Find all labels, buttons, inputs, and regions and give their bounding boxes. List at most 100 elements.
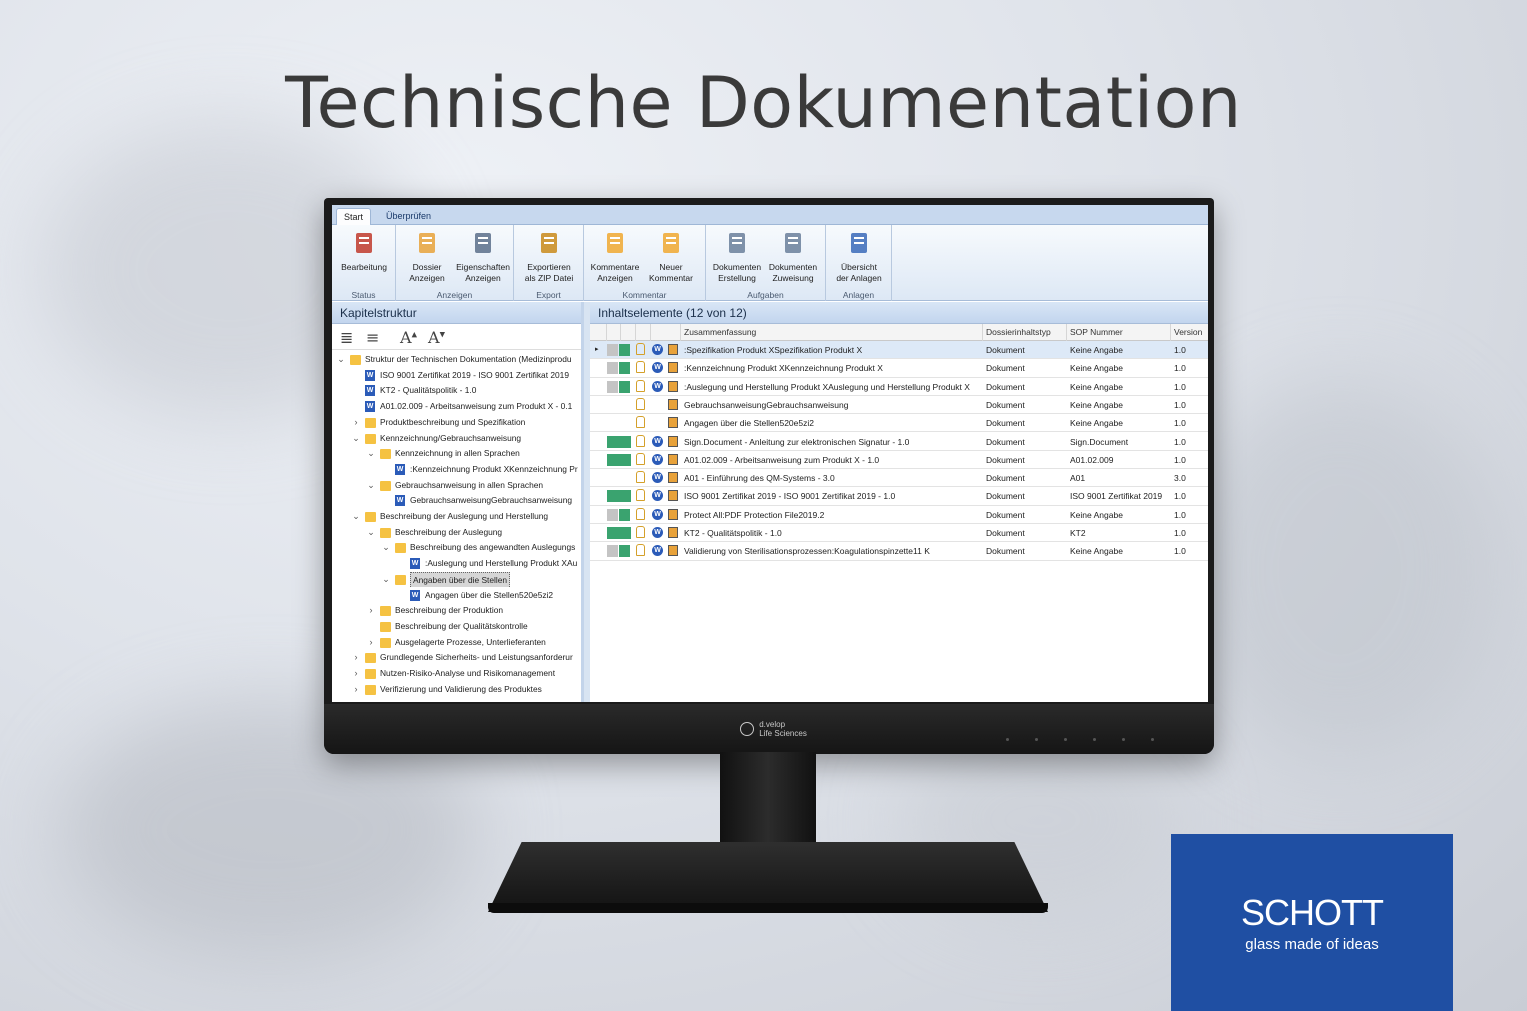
chevron-down-icon[interactable]: ⌄: [366, 525, 376, 540]
table-row[interactable]: W Validierung von Sterilisationsprozessen…: [590, 542, 1208, 561]
tree-item[interactable]: ⌄ Angaben über die Stellen: [332, 571, 584, 588]
ribbon-button-dossier[interactable]: Dossier Anzeigen: [398, 229, 456, 284]
status-green-icon: [607, 435, 631, 448]
tree-item[interactable]: W Angagen über die Stellen520e5zi2: [332, 588, 584, 604]
tree-item[interactable]: ⌄ Beschreibung der Auslegung und Herstell…: [332, 509, 584, 525]
chevron-down-icon[interactable]: ⌄: [366, 446, 376, 461]
tree-item[interactable]: › Ausgelagerte Prozesse, Unterlieferanten: [332, 635, 584, 651]
tree-item[interactable]: ⌄ Struktur der Technischen Dokumentation …: [332, 352, 584, 368]
cell-summary: GebrauchsanweisungGebrauchsanweisung: [684, 399, 849, 410]
tree-item[interactable]: › Verifizierung und Validierung des Produ…: [332, 682, 584, 698]
tree-item[interactable]: ⌄ Kennzeichnung in allen Sprachen: [332, 446, 584, 462]
ribbon: Bearbeitung Status Dossier Anzeigen Eigensch…: [332, 225, 1208, 301]
ribbon-button-kommentare[interactable]: Kommentare Anzeigen: [586, 229, 644, 284]
folder-icon: [350, 355, 361, 365]
document-stamp-icon: [668, 490, 678, 502]
table-row[interactable]: W A01.02.009 - Arbeitsanweisung zum Produ…: [590, 451, 1208, 470]
tree-item[interactable]: W KT2 - Qualitätspolitik - 1.0: [332, 383, 584, 399]
font-decrease-icon[interactable]: A▼: [428, 328, 445, 347]
brand-line1: d.velop: [759, 720, 786, 729]
tree-item[interactable]: W GebrauchsanweisungGebrauchsanweisung: [332, 493, 584, 509]
chevron-down-icon[interactable]: ⌄: [336, 352, 346, 367]
col-zusammenfassung[interactable]: Zusammenfassung: [681, 324, 983, 341]
cell-type: Dokument: [986, 473, 1025, 484]
table-row[interactable]: W KT2 - Qualitätspolitik - 1.0 Dokument KT2…: [590, 524, 1208, 543]
cell-type: Dokument: [986, 345, 1025, 355]
ribbon-button-exportieren[interactable]: Exportieren als ZIP Datei: [520, 229, 578, 284]
monitor-brand: d.velop Life Sciences: [740, 720, 807, 738]
cell-version: 1.0: [1174, 363, 1186, 374]
ribbon-button-übersicht[interactable]: Übersicht der Anlagen: [830, 229, 888, 284]
table-row[interactable]: W Sign.Document - Anleitung zur elektroni…: [590, 433, 1208, 451]
table-row[interactable]: GebrauchsanweisungGebrauchsanweisung Doku…: [590, 396, 1208, 415]
tree-item[interactable]: W A01.02.009 - Arbeitsanweisung zum Produ…: [332, 399, 584, 415]
row-selector-icon: ▸: [595, 346, 599, 353]
col-version[interactable]: Version: [1171, 324, 1208, 341]
document-stamp-icon: [668, 417, 678, 429]
chevron-right-icon[interactable]: ›: [351, 682, 361, 697]
tree-item[interactable]: W:Kennzeichnung Produkt XKennzeichnung P…: [332, 462, 584, 478]
document-stamp-icon: [668, 545, 678, 557]
status-gray-icon: [607, 545, 618, 558]
font-increase-icon[interactable]: A▲: [400, 328, 417, 347]
chevron-right-icon[interactable]: ›: [351, 666, 361, 681]
workflow-icon: W: [652, 362, 663, 374]
tree-item[interactable]: Beschreibung der Qualitätskontrolle: [332, 619, 584, 635]
cell-type: Dokument: [986, 491, 1025, 502]
table-row[interactable]: ▸ W:Spezifikation Produkt XSpezifikation …: [590, 341, 1208, 360]
tree-item[interactable]: ⌄ Kennzeichnung/Gebrauchsanweisung: [332, 431, 584, 447]
ribbon-group-anzeigen: Dossier Anzeigen Eigenschaften Anzeigen Anze…: [396, 225, 514, 301]
tree-item[interactable]: W:Auslegung und Herstellung Produkt XAu: [332, 556, 584, 572]
chevron-down-icon[interactable]: ⌄: [381, 540, 391, 555]
chevron-right-icon[interactable]: ›: [366, 635, 376, 650]
ribbon-button-neuer[interactable]: Neuer Kommentar: [642, 229, 700, 284]
monitor-buttons: [980, 728, 1154, 746]
tree-item[interactable]: › Grundlegende Sicherheits- und Leistungs…: [332, 650, 584, 666]
table-row[interactable]: Angagen über die Stellen520e5zi2 Dokument…: [590, 414, 1208, 433]
chevron-down-icon[interactable]: ⌄: [351, 431, 361, 446]
tree-item-label: Beschreibung der Auslegung und Herstellu…: [380, 511, 549, 521]
tree-item[interactable]: › Beschreibung der Produktion: [332, 603, 584, 619]
col-sop-nummer[interactable]: SOP Nummer: [1067, 324, 1171, 341]
ribbon-button-bearbeitung[interactable]: Bearbeitung: [335, 229, 393, 273]
tree-item[interactable]: W ISO 9001 Zertifikat 2019 - ISO 9001 Zer…: [332, 368, 584, 384]
collapse-all-icon[interactable]: ≡: [366, 328, 379, 347]
tree-item[interactable]: ⌄ Gebrauchsanweisung in allen Sprachen: [332, 478, 584, 494]
table-row[interactable]: W:Kennzeichnung Produkt XKennzeichnung P…: [590, 359, 1208, 378]
ribbon-button-eigenschaften[interactable]: Eigenschaften Anzeigen: [454, 229, 512, 284]
chevron-down-icon[interactable]: ⌄: [366, 478, 376, 493]
table-row[interactable]: W Protect All:PDF Protection File2019.2 Do…: [590, 506, 1208, 524]
tree-item[interactable]: ⌄ Beschreibung der Auslegung: [332, 525, 584, 541]
ribbon-button-dokumenten[interactable]: Dokumenten Erstellung: [708, 229, 766, 284]
tree-item[interactable]: › Nutzen-Risiko-Analyse und Risikomanagem…: [332, 666, 584, 682]
tab-ueberpruefen[interactable]: Überprüfen: [379, 208, 438, 225]
tree-item[interactable]: › Produktbeschreibung und Spezifikation: [332, 415, 584, 431]
col-dossierinhaltstyp[interactable]: Dossierinhaltstyp: [983, 324, 1067, 341]
chevron-down-icon[interactable]: ⌄: [351, 509, 361, 524]
cell-sop: A01.02.009: [1070, 454, 1114, 465]
word-document-icon: W: [395, 495, 405, 507]
chevron-right-icon[interactable]: ›: [366, 603, 376, 618]
table-row[interactable]: W:Auslegung und Herstellung Produkt XAus…: [590, 378, 1208, 396]
chevron-down-icon[interactable]: ⌄: [381, 572, 391, 587]
tree-item[interactable]: ⌄ Beschreibung des angewandten Auslegungs: [332, 540, 584, 556]
ribbon-button-label: Dokumenten: [712, 262, 762, 272]
tab-start[interactable]: Start: [336, 208, 372, 225]
ribbon-button-label: Erstellung: [718, 273, 756, 283]
word-document-icon: W: [395, 463, 405, 475]
comments-icon: [601, 229, 629, 259]
chevron-right-icon[interactable]: ›: [351, 415, 361, 430]
expand-all-icon[interactable]: ≣: [340, 328, 353, 347]
table-row[interactable]: W A01 - Einführung des QM-Systems - 3.0 Do…: [590, 469, 1208, 488]
folder-icon: [365, 669, 376, 679]
ribbon-button-dokumenten[interactable]: Dokumenten Zuweisung: [764, 229, 822, 284]
status-green-icon: [619, 362, 630, 375]
page-headline: Technische Dokumentation: [285, 62, 1242, 144]
chevron-right-icon[interactable]: ›: [351, 650, 361, 665]
ribbon-button-label: Anzeigen: [465, 273, 501, 283]
cell-type: Dokument: [986, 454, 1025, 465]
properties-icon: [469, 229, 497, 259]
table-row[interactable]: W ISO 9001 Zertifikat 2019 - ISO 9001 Zer…: [590, 487, 1208, 506]
cell-version: 1.0: [1174, 528, 1186, 538]
cell-version: 1.0: [1174, 381, 1186, 392]
